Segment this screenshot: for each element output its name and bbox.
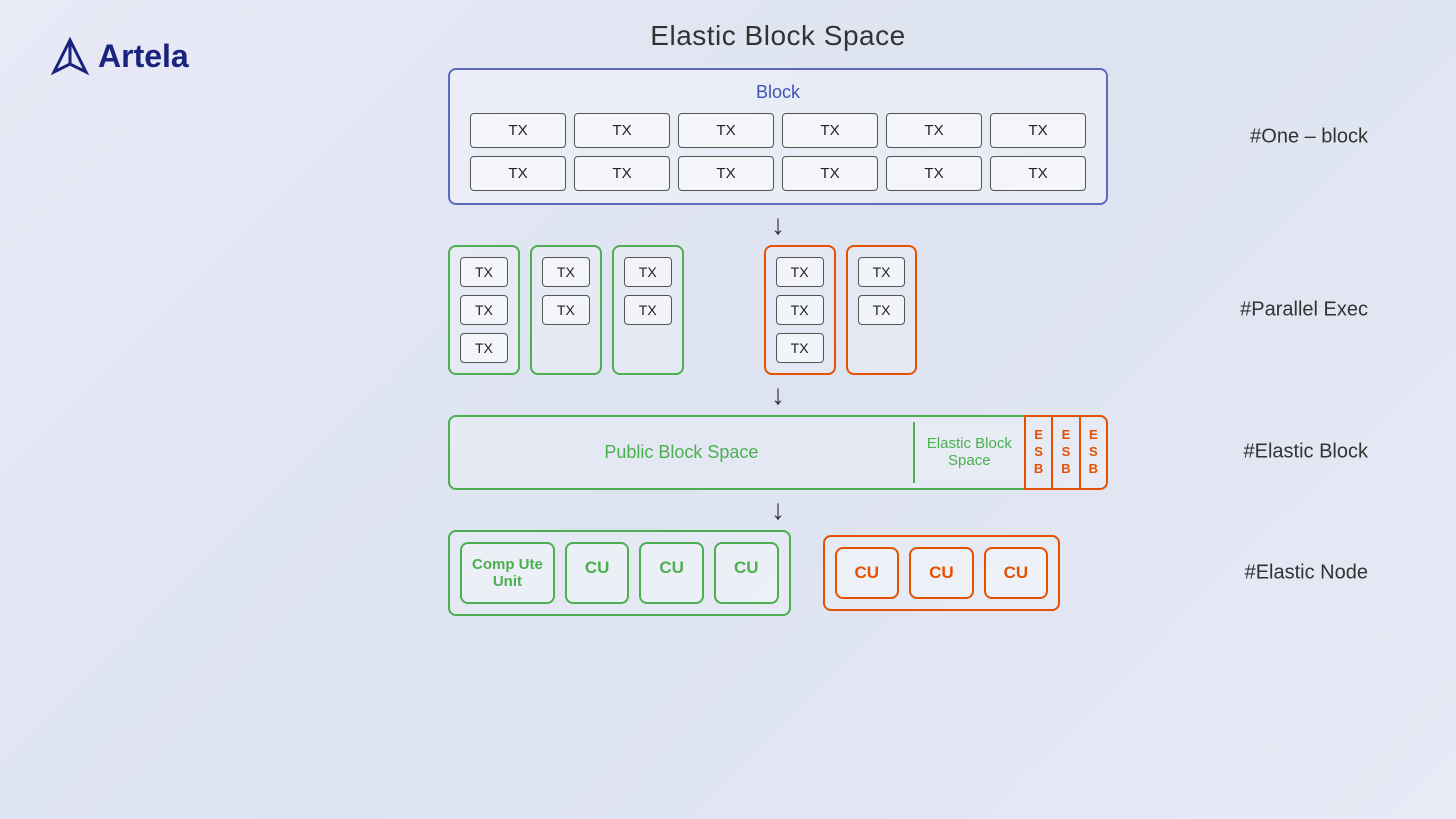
tx-box: TX: [990, 113, 1086, 148]
exec-col-3: TX TX: [612, 245, 684, 375]
tx-small: TX: [776, 257, 824, 287]
label-one-block: #One – block: [1250, 125, 1368, 148]
cu-box-orange-1: CU: [835, 547, 900, 599]
tx-small: TX: [542, 295, 590, 325]
tx-box: TX: [886, 113, 982, 148]
green-exec-group: TX TX TX TX TX TX TX: [448, 245, 684, 375]
tx-box: TX: [470, 113, 566, 148]
cu-box-green-3: CU: [714, 542, 779, 604]
esb-box-3: ESB: [1081, 417, 1106, 488]
arrow-1: ↓: [771, 211, 785, 239]
arrow-2: ↓: [771, 381, 785, 409]
exec-col-1: TX TX TX: [448, 245, 520, 375]
tx-box: TX: [470, 156, 566, 191]
exec-col-orange-1: TX TX TX: [764, 245, 836, 375]
label-elastic-node: #Elastic Node: [1245, 561, 1368, 584]
tx-small: TX: [858, 295, 906, 325]
cu-box-green-2: CU: [639, 542, 704, 604]
node-row: Comp UteUnit CU CU CU CU CU CU: [448, 530, 1108, 616]
tx-grid-row1: TX TX TX TX TX TX: [470, 113, 1086, 148]
tx-small: TX: [460, 333, 508, 363]
artela-logo-icon: [50, 36, 90, 76]
tx-box: TX: [574, 156, 670, 191]
esb-wrapper: ESB ESB ESB: [1024, 415, 1108, 490]
tx-small: TX: [542, 257, 590, 287]
tx-small: TX: [776, 333, 824, 363]
exec-col-2: TX TX: [530, 245, 602, 375]
logo-text: Artela: [98, 38, 189, 75]
cu-box-orange-2: CU: [909, 547, 974, 599]
elastic-block-section: Public Block Space Elastic BlockSpace ES…: [448, 415, 1108, 490]
tx-small: TX: [624, 295, 672, 325]
tx-box: TX: [782, 156, 878, 191]
block-section: Block TX TX TX TX TX TX TX TX TX TX TX T…: [448, 68, 1108, 205]
green-nodes: Comp UteUnit CU CU CU: [448, 530, 791, 616]
tx-small: TX: [858, 257, 906, 287]
esb-box-1: ESB: [1026, 417, 1053, 488]
tx-box: TX: [782, 113, 878, 148]
label-parallel-exec: #Parallel Exec: [1240, 299, 1368, 322]
tx-small: TX: [624, 257, 672, 287]
esb-box-2: ESB: [1053, 417, 1080, 488]
cu-box-green-1: CU: [565, 542, 630, 604]
tx-box: TX: [574, 113, 670, 148]
logo: Artela: [50, 36, 189, 76]
label-elastic-block: #Elastic Block: [1244, 441, 1369, 464]
tx-small: TX: [776, 295, 824, 325]
orange-nodes: CU CU CU: [823, 535, 1061, 611]
block-label: Block: [470, 82, 1086, 103]
orange-exec-group: TX TX TX TX TX: [764, 245, 918, 375]
elastic-block-row: Public Block Space Elastic BlockSpace ES…: [448, 415, 1108, 490]
block-container: Block TX TX TX TX TX TX TX TX TX TX TX T…: [448, 68, 1108, 205]
arrow-3: ↓: [771, 496, 785, 524]
tx-box: TX: [886, 156, 982, 191]
cu-box-orange-3: CU: [984, 547, 1049, 599]
compute-unit-box: Comp UteUnit: [460, 542, 555, 604]
parallel-section: TX TX TX TX TX TX TX: [448, 245, 1108, 375]
diagram: Elastic Block Space Block TX TX TX TX TX…: [200, 20, 1356, 799]
elastic-block-label: Elastic BlockSpace: [915, 425, 1024, 479]
elastic-block-green: Public Block Space Elastic BlockSpace: [448, 415, 1026, 490]
public-block-space-label: Public Block Space: [450, 422, 915, 483]
tx-grid-row2: TX TX TX TX TX TX: [470, 156, 1086, 191]
tx-small: TX: [460, 295, 508, 325]
elastic-node-section: Comp UteUnit CU CU CU CU CU CU #Elastic …: [448, 530, 1108, 616]
page-title: Elastic Block Space: [650, 20, 905, 52]
tx-box: TX: [678, 156, 774, 191]
tx-small: TX: [460, 257, 508, 287]
parallel-row: TX TX TX TX TX TX TX: [448, 245, 1108, 375]
tx-box: TX: [990, 156, 1086, 191]
exec-col-orange-2: TX TX: [846, 245, 918, 375]
tx-box: TX: [678, 113, 774, 148]
rows-container: Block TX TX TX TX TX TX TX TX TX TX TX T…: [200, 68, 1356, 616]
